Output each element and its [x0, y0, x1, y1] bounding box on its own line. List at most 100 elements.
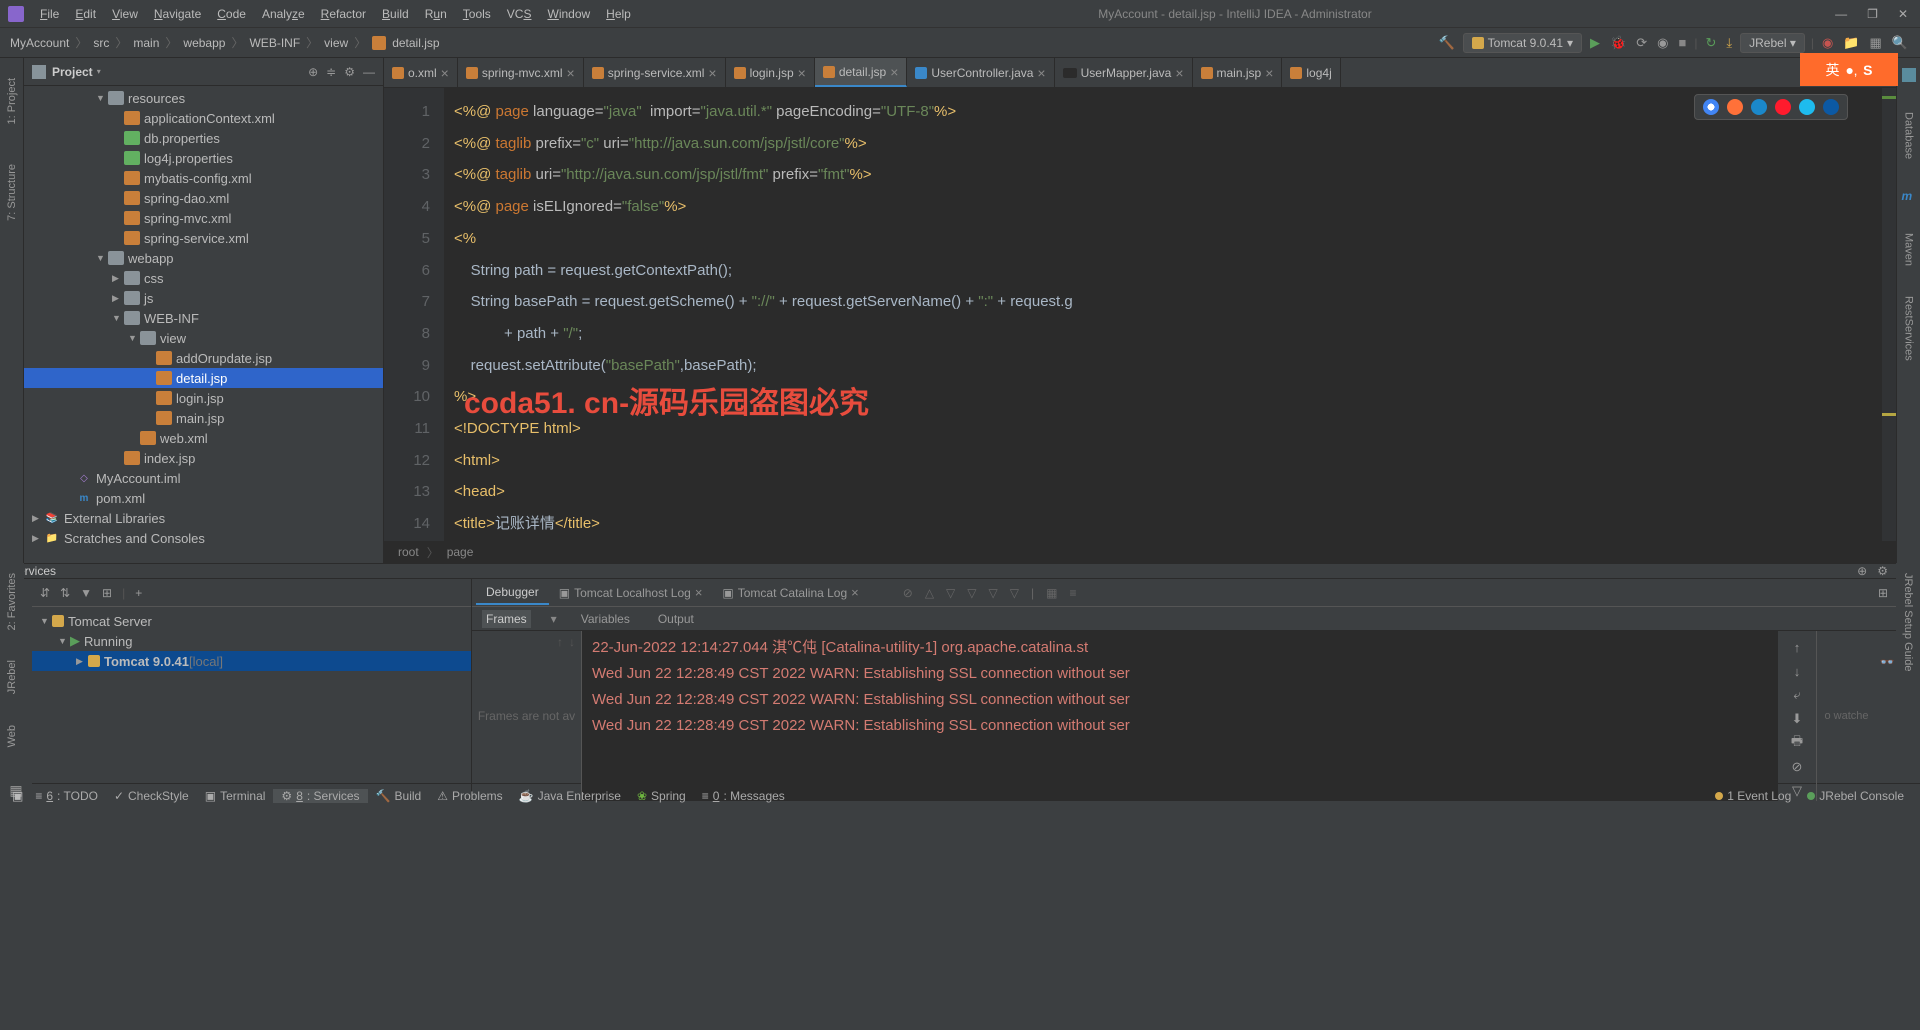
menu-tools[interactable]: Tools — [455, 3, 499, 25]
editor-tab[interactable]: UserMapper.java× — [1055, 58, 1193, 87]
clear-button[interactable]: ⊘ — [1786, 757, 1808, 777]
jrebel-console-button[interactable]: JRebel Console — [1799, 789, 1912, 803]
checkstyle-button[interactable]: ✓CheckStyle — [106, 789, 197, 803]
tree-item[interactable]: addOrupdate.jsp — [24, 348, 383, 368]
breadcrumb-item[interactable]: view — [324, 36, 348, 50]
expand-arrow-icon[interactable]: ▼ — [96, 93, 108, 103]
expand-arrow-icon[interactable]: ▶ — [76, 656, 88, 667]
wrap-button[interactable]: ⤶ — [1786, 685, 1808, 705]
coverage-button[interactable]: ⟳ — [1634, 35, 1649, 51]
output-tab[interactable]: Output — [654, 610, 698, 628]
debug-step-icon[interactable]: ▦ — [1044, 586, 1059, 600]
service-tree-item[interactable]: ▼Tomcat Server — [32, 611, 471, 631]
profile-button[interactable]: ◉ — [1655, 35, 1670, 51]
favorites-tool-button[interactable]: 2: Favorites — [6, 573, 18, 630]
menu-run[interactable]: Run — [417, 3, 455, 25]
tree-item[interactable]: mpom.xml — [24, 488, 383, 508]
terminal-button[interactable]: ▣Terminal — [197, 789, 274, 803]
scroll-button[interactable]: ⬇ — [1786, 709, 1808, 729]
jrebel-setup-button[interactable]: JRebel Setup Guide — [1902, 573, 1914, 671]
tree-item[interactable]: applicationContext.xml — [24, 108, 383, 128]
tree-item[interactable]: ◇MyAccount.iml — [24, 468, 383, 488]
editor-tab[interactable]: spring-service.xml× — [584, 58, 726, 87]
database-icon[interactable] — [1902, 68, 1916, 82]
settings-icon[interactable]: ⚙ — [344, 65, 355, 79]
group-icon[interactable]: ⊞ — [102, 586, 112, 600]
breadcrumb-item[interactable]: main — [133, 36, 159, 50]
add-icon[interactable]: + — [135, 586, 142, 600]
expand-arrow-icon[interactable]: ▶ — [112, 273, 124, 284]
filter-icon[interactable]: ▼ — [80, 586, 92, 600]
menu-vcs[interactable]: VCS — [499, 3, 540, 25]
database-tool-button[interactable]: Database — [1903, 112, 1915, 159]
service-tree-item[interactable]: ▶Tomcat 9.0.41 [local] — [32, 651, 471, 671]
print-button[interactable]: 🖶 — [1786, 733, 1808, 753]
tree-item[interactable]: ▼view — [24, 328, 383, 348]
run-button[interactable]: ▶ — [1588, 35, 1602, 51]
project-tree[interactable]: ▼resourcesapplicationContext.xmldb.prope… — [24, 86, 383, 563]
jrebel-dropdown[interactable]: JRebel ▾ — [1740, 33, 1805, 53]
collapse-icon[interactable]: ≑ — [326, 65, 336, 79]
maven-tool-button[interactable]: Maven — [1903, 233, 1915, 266]
menu-window[interactable]: Window — [539, 3, 598, 25]
tree-item[interactable]: index.jsp — [24, 448, 383, 468]
close-tab-icon[interactable]: × — [567, 65, 575, 81]
debug-step-icon[interactable]: ▽ — [1008, 586, 1021, 600]
menu-code[interactable]: Code — [209, 3, 254, 25]
tree-item[interactable]: ▶js — [24, 288, 383, 308]
messages-button[interactable]: ≡0: Messages — [694, 789, 793, 803]
locate-icon[interactable]: ⊕ — [1857, 564, 1867, 578]
debug-step-icon[interactable]: △ — [923, 586, 936, 600]
debug-step-icon[interactable]: ▽ — [987, 586, 1000, 600]
expand-arrow-icon[interactable]: ▼ — [96, 253, 108, 263]
editor-tab[interactable]: detail.jsp× — [815, 58, 908, 87]
editor-tab[interactable]: o.xml× — [384, 58, 458, 87]
frames-tab[interactable]: Frames — [482, 610, 531, 628]
code-crumb[interactable]: root — [398, 545, 419, 559]
menu-refactor[interactable]: Refactor — [313, 3, 374, 25]
tree-item[interactable]: detail.jsp — [24, 368, 383, 388]
opera-icon[interactable] — [1775, 99, 1791, 115]
debug-step-icon[interactable]: | — [1029, 586, 1036, 600]
expand-arrow-icon[interactable]: ▼ — [128, 333, 140, 343]
minimize-button[interactable]: — — [1831, 7, 1851, 21]
rest-tool-button[interactable]: RestServices — [1903, 296, 1915, 361]
breadcrumb-item[interactable]: webapp — [183, 36, 225, 50]
debug-step-icon[interactable]: ≡ — [1067, 586, 1078, 600]
edge-icon[interactable] — [1823, 99, 1839, 115]
editor-content[interactable]: 1234567891011121314 <%@ page language="j… — [384, 88, 1896, 541]
expand-icon[interactable]: ⇵ — [40, 586, 50, 600]
menu-edit[interactable]: Edit — [67, 3, 104, 25]
spring-button[interactable]: ❀Spring — [629, 789, 694, 803]
collapse-icon[interactable]: ⇅ — [60, 586, 70, 600]
down-button[interactable]: ↓ — [1786, 661, 1808, 681]
minimap[interactable] — [1882, 88, 1896, 541]
close-tab-icon[interactable]: × — [441, 65, 449, 81]
breadcrumb-item[interactable]: src — [93, 36, 109, 50]
ime-indicator[interactable]: 英●‚S — [1800, 53, 1898, 86]
jrebel-icon1[interactable]: ◉ — [1820, 35, 1835, 51]
update-button[interactable]: ↻ — [1703, 35, 1718, 51]
tree-item[interactable]: mybatis-config.xml — [24, 168, 383, 188]
menu-file[interactable]: File — [32, 3, 67, 25]
close-tab-icon[interactable]: × — [708, 65, 716, 81]
up-button[interactable]: ↑ — [1786, 637, 1808, 657]
menu-help[interactable]: Help — [598, 3, 639, 25]
project-tool-button[interactable]: 1: Project — [6, 78, 18, 124]
menu-view[interactable]: View — [104, 3, 146, 25]
project-title[interactable]: Project — [52, 65, 93, 79]
code-crumb[interactable]: page — [447, 545, 474, 559]
tree-item[interactable]: ▶📚External Libraries — [24, 508, 383, 528]
services-button[interactable]: ⚙8: Services — [273, 789, 367, 803]
tree-item[interactable]: ▼resources — [24, 88, 383, 108]
tree-item[interactable]: spring-service.xml — [24, 228, 383, 248]
tree-item[interactable]: ▼WEB-INF — [24, 308, 383, 328]
hide-icon[interactable]: — — [363, 65, 375, 79]
debug-step-icon[interactable]: ▽ — [944, 586, 957, 600]
jrebel-tool-button[interactable]: JRebel — [6, 660, 18, 694]
debug-step-icon[interactable]: ▽ — [965, 586, 978, 600]
expand-arrow-icon[interactable]: ▶ — [32, 513, 44, 524]
down-icon[interactable]: ↓ — [569, 635, 575, 649]
web-tool-button[interactable]: Web — [6, 725, 18, 747]
tree-item[interactable]: spring-mvc.xml — [24, 208, 383, 228]
